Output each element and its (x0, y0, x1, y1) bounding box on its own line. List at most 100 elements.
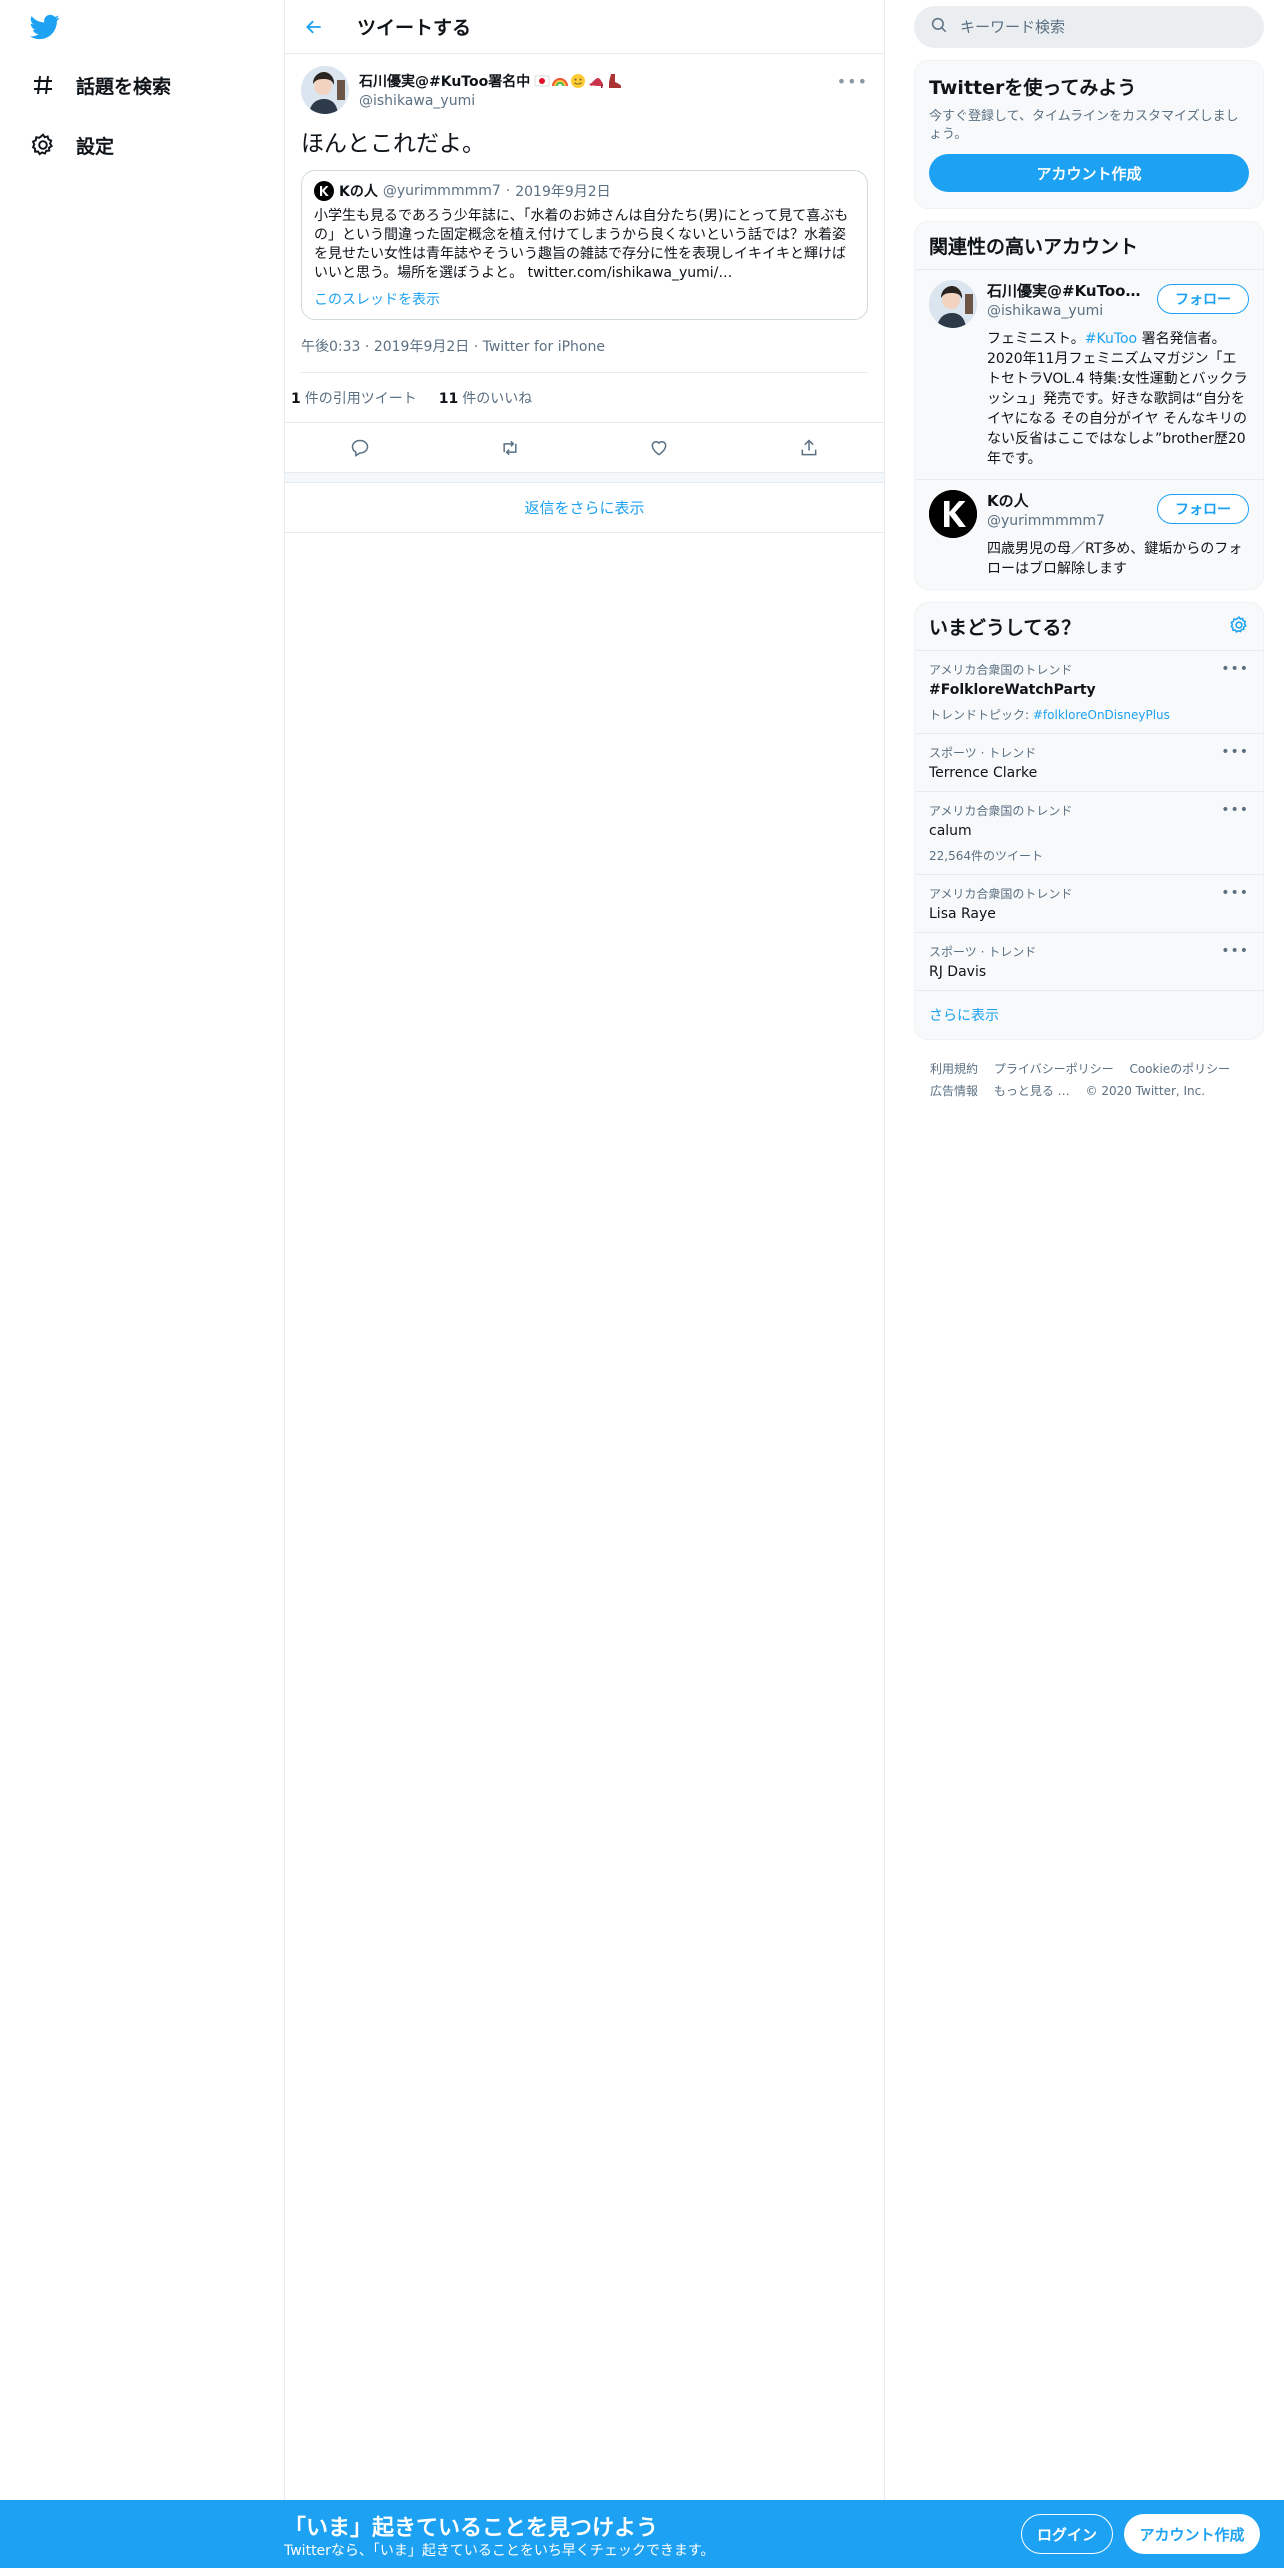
retweet-icon[interactable] (498, 436, 522, 460)
account-bio-text: 署名発信者。2020年11月フェミニズムマガジン「エトセトラVOL.4 特集:女… (987, 331, 1248, 467)
quote-count-label: 件の引用ツイート (304, 390, 417, 407)
meta-dot: · (473, 339, 483, 355)
twitter-bird-icon[interactable] (28, 12, 64, 44)
section-divider (285, 473, 884, 483)
trend-topic-link[interactable]: #folkloreOnDisneyPlus (1033, 708, 1170, 722)
account-name[interactable]: 石川優実@#KuToo署... (987, 280, 1147, 301)
author-handle[interactable]: @ishikawa_yumi (359, 93, 622, 109)
search-icon (930, 16, 948, 38)
signup-card-title: Twitterを使ってみよう (929, 77, 1137, 99)
more-options-icon[interactable]: ••• (1221, 744, 1249, 760)
like-heart-icon[interactable] (647, 436, 671, 460)
footer-link[interactable]: Cookieのポリシー (1129, 1062, 1230, 1076)
share-icon[interactable] (797, 436, 821, 460)
meta-dot: · (364, 339, 374, 355)
tweet-timestamp: 午後0:33 · 2019年9月2日 · Twitter for iPhone (301, 336, 868, 373)
page-header: ツイートする (285, 0, 884, 54)
tweet-text: ほんとこれだよ。 (301, 131, 485, 157)
quote-author-name: Kの人 (339, 184, 378, 200)
signup-button[interactable]: アカウント作成 (1124, 2514, 1260, 2554)
more-options-icon[interactable]: ••• (1221, 885, 1249, 901)
footer-link[interactable]: もっと見る … (994, 1084, 1070, 1098)
tweet: 石川優実@#KuToo署名中 @ishikawa_yumi ••• ほんとこれだ… (285, 54, 884, 373)
footer-link[interactable]: 利用規約 (930, 1062, 978, 1076)
boot-icon (606, 73, 622, 89)
more-options-icon[interactable]: ••• (837, 72, 868, 91)
quoted-tweet[interactable]: Kの人 @yurimmmmm7 · 2019年9月2日 小学生も見るであろう少年… (301, 170, 868, 320)
more-options-icon[interactable]: ••• (1221, 802, 1249, 818)
quote-separator: · (505, 183, 511, 199)
trend-item[interactable]: スポーツ · トレンド RJ Davis ••• (915, 933, 1263, 991)
follow-button[interactable]: フォロー (1157, 284, 1249, 314)
related-account[interactable]: 石川優実@#KuToo署... @ishikawa_yumi フェミニスト。#K… (915, 270, 1263, 480)
account-bio: フェミニスト。#KuToo 署名発信者。2020年11月フェミニズムマガジン「エ… (987, 329, 1249, 469)
likes-stat[interactable]: 11 件のいいね (439, 388, 532, 408)
quote-author-handle: @yurimmmmm7 (382, 183, 501, 199)
smile-icon (570, 73, 586, 89)
show-thread-link[interactable]: このスレッドを表示 (314, 289, 855, 309)
login-button[interactable]: ログイン (1021, 2514, 1113, 2554)
trend-item[interactable]: スポーツ · トレンド Terrence Clarke ••• (915, 734, 1263, 792)
trends-card: いまどうしてる？ アメリカ合衆国のトレンド #FolkloreWatchPart… (914, 602, 1264, 1040)
account-bio: 四歳男児の母／RT多め、鍵垢からのフォローはブロ解除します (987, 539, 1249, 579)
avatar[interactable] (929, 280, 977, 328)
related-account[interactable]: Kの人 @yurimmmmm7 四歳男児の母／RT多め、鍵垢からのフォローはブロ… (915, 480, 1263, 589)
trend-item[interactable]: アメリカ合衆国のトレンド #FolkloreWatchParty トレンドトピッ… (915, 651, 1263, 734)
trend-item[interactable]: アメリカ合衆国のトレンド Lisa Raye ••• (915, 875, 1263, 933)
quote-body: 小学生も見るであろう少年誌に、「水着のお姉さんは自分たち(男)にとって見て喜ぶも… (314, 208, 849, 281)
more-options-icon[interactable]: ••• (1221, 943, 1249, 959)
trend-name: Terrence Clarke (929, 765, 1038, 781)
related-accounts-header: 関連性の高いアカウント (915, 222, 1263, 270)
nav-settings-label: 設定 (76, 135, 115, 158)
banner-title: 「いま」起きていることを見つけよう (284, 2516, 659, 2541)
reply-icon[interactable] (348, 436, 372, 460)
show-more-replies-link[interactable]: 返信をさらに表示 (285, 483, 884, 533)
author-name[interactable]: 石川優実@#KuToo署名中 (359, 71, 622, 91)
footer-links: 利用規約 プライバシーポリシー Cookieのポリシー 広告情報 もっと見る …… (914, 1058, 1264, 1102)
more-options-icon[interactable]: ••• (1221, 661, 1249, 677)
trend-tweet-count: 22,564件のツイート (929, 849, 1043, 863)
signup-card-subtitle: 今すぐ登録して、タイムラインをカスタマイズしましょう。 (929, 109, 1239, 142)
search-input[interactable] (960, 18, 1230, 36)
quote-count: 1 (291, 390, 301, 407)
trend-name: RJ Davis (929, 964, 987, 980)
tweet-source[interactable]: Twitter for iPhone (483, 339, 605, 355)
tweet-author[interactable]: 石川優実@#KuToo署名中 @ishikawa_yumi (301, 64, 868, 116)
account-name[interactable]: Kの人 (987, 490, 1147, 511)
avatar[interactable] (301, 66, 349, 114)
japan-flag-icon (534, 73, 550, 89)
quote-avatar (314, 181, 334, 201)
trend-item[interactable]: アメリカ合衆国のトレンド calum 22,564件のツイート ••• (915, 792, 1263, 875)
high-heel-icon (588, 73, 604, 89)
nav-explore[interactable]: 話題を検索 (28, 63, 171, 107)
footer-link[interactable]: プライバシーポリシー (994, 1062, 1114, 1076)
create-account-button[interactable]: アカウント作成 (929, 154, 1249, 192)
quote-date: 2019年9月2日 (515, 184, 611, 200)
author-name-text: 石川優実@#KuToo署名中 (359, 74, 531, 90)
nav-settings[interactable]: 設定 (28, 123, 114, 167)
footer-link[interactable]: 広告情報 (930, 1084, 978, 1098)
show-more-trends-link[interactable]: さらに表示 (915, 991, 1263, 1039)
trends-header: いまどうしてる？ (915, 603, 1263, 651)
account-bio-hashtag[interactable]: #KuToo (1085, 331, 1137, 347)
like-count-label: 件のいいね (462, 390, 533, 407)
tweet-date[interactable]: 2019年9月2日 (374, 339, 469, 355)
settings-gear-icon[interactable] (1229, 615, 1249, 639)
back-arrow-icon[interactable] (299, 12, 329, 42)
search-bar[interactable] (914, 6, 1264, 48)
tweet-actions (285, 423, 884, 473)
avatar[interactable] (929, 490, 977, 538)
trend-name: #FolkloreWatchParty (929, 682, 1096, 698)
trend-context: アメリカ合衆国のトレンド (929, 663, 1073, 677)
follow-button[interactable]: フォロー (1157, 494, 1249, 524)
related-accounts-title: 関連性の高いアカウント (929, 236, 1139, 258)
nav-explore-label: 話題を検索 (76, 75, 172, 98)
trend-extra-label: トレンドトピック: (929, 708, 1033, 722)
emoji-row (534, 73, 622, 89)
related-accounts-card: 関連性の高いアカウント 石川優実@#KuToo署... @ishikawa_yu… (914, 221, 1264, 590)
page-title: ツイートする (357, 17, 472, 39)
trend-context: スポーツ · トレンド (929, 746, 1037, 760)
quote-tweets-stat[interactable]: 1 件の引用ツイート (291, 388, 417, 408)
tweet-stats: 1 件の引用ツイート 11 件のいいね (285, 373, 884, 423)
tweet-time[interactable]: 午後0:33 (301, 339, 360, 355)
